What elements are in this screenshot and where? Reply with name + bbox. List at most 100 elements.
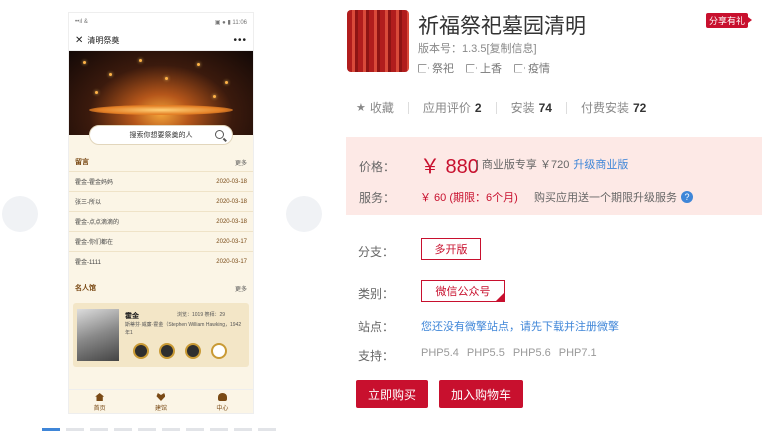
category-label: 类别： [358, 287, 395, 301]
gallery-indicator [42, 428, 276, 431]
message-date: 2020-03-18 [216, 198, 247, 205]
register-site-link[interactable]: 您还没有微擎站点，请先下载并注册微擎 [421, 318, 619, 334]
tag-icon [418, 63, 429, 73]
celeb-card: 霍金 浏览：1019 祭拜：29 斯蒂芬·威廉·霍金（Stephen Willi… [73, 303, 249, 367]
paid-install-label: 付费安装 [580, 101, 629, 115]
price-value: ￥ 880 [420, 156, 479, 178]
message-text: 霍金-点点滴滴的 [75, 220, 119, 226]
message-row: 霍金-点点滴滴的 2020-03-18 [69, 211, 253, 231]
screenshot-gallery: ••ıl & ▣ ● ▮ 11:06 ✕ 清明祭奠 ••• 搜索你想要祭奠的人 … [0, 0, 330, 434]
message-text: 张三-所以 [75, 200, 101, 206]
divider [565, 101, 567, 114]
celeb-stats: 浏览：1019 祭拜：29 [177, 312, 226, 318]
gallery-dot[interactable] [138, 428, 156, 431]
phone-title-bar: ✕ 清明祭奠 ••• [69, 31, 253, 51]
celebs-more-link: 更多 [234, 286, 247, 293]
medal-icon [211, 343, 227, 359]
tag-item[interactable]: 上香 [466, 60, 502, 76]
message-date: 2020-03-18 [216, 218, 247, 225]
status-signal: ••ıl & [75, 19, 88, 25]
celebs-title: 名人馆 [75, 285, 96, 292]
rating-count: 2 [474, 100, 482, 115]
star-icon[interactable]: ★ [356, 101, 366, 114]
status-time: ▣ ● ▮ 11:06 [214, 19, 247, 26]
phone-status-bar: ••ıl & ▣ ● ▮ 11:06 [69, 13, 253, 31]
service-label: 服务： [359, 191, 396, 205]
gallery-dot[interactable] [162, 428, 180, 431]
message-row: 霍金-霍金妈妈 2020-03-18 [69, 171, 253, 191]
celeb-name: 霍金 [125, 313, 139, 320]
message-date: 2020-03-18 [216, 178, 247, 185]
medal-icon [185, 343, 201, 359]
tag-icon [466, 63, 477, 73]
business-price-text: | 商业版专享 ￥720 [476, 159, 570, 171]
tag-label: 上香 [480, 63, 502, 75]
site-label: 站点： [358, 320, 395, 334]
category-option-button[interactable]: 微信公众号 [421, 280, 505, 302]
business-price: | 商业版专享 ￥720 升级商业版 [476, 156, 628, 172]
phone-tab-build: 建馆 [155, 390, 167, 413]
price-panel: 价格： ￥ 880 | 商业版专享 ￥720 升级商业版 服务： ￥ 60 (期限… [346, 137, 762, 215]
message-text: 霍金-你们都在 [75, 240, 113, 246]
upgrade-business-link[interactable]: 升级商业版 [573, 159, 628, 171]
php-version-list: PHP5.4 PHP5.5 PHP5.6 PHP7.1 [421, 347, 597, 359]
gallery-dot[interactable] [66, 428, 84, 431]
gallery-dot[interactable] [186, 428, 204, 431]
gallery-dot[interactable] [90, 428, 108, 431]
tag-item[interactable]: 祭祀 [418, 60, 454, 76]
paid-install-count: 72 [632, 100, 647, 115]
celeb-photo [77, 309, 119, 361]
php-version: PHP5.6 [512, 347, 551, 359]
medal-row [133, 343, 227, 359]
add-to-cart-button[interactable]: 加入购物车 [439, 380, 523, 408]
service-value: ￥ 60 (期限：6个月) [420, 192, 518, 204]
divider [407, 101, 409, 114]
app-title: 祈福祭祀墓园清明 [418, 15, 586, 38]
app-stats-row: ★ 收藏 应用评价 2 安装 74 付费安装 72 [356, 99, 646, 116]
tag-item[interactable]: 疫情 [514, 60, 550, 76]
phone-tab-center: 中心 [216, 390, 228, 413]
version-info[interactable]: 版本号：1.3.5[复制信息] [418, 40, 537, 56]
message-row: 张三-所以 2020-03-18 [69, 191, 253, 211]
phone-tab-home: 首页 [94, 390, 106, 413]
celeb-bio: 斯蒂芬·威廉·霍金（Stephen William Hawking，1942年1 [125, 322, 242, 336]
gallery-next-button[interactable] [286, 196, 322, 232]
message-text: 霍金-霍金妈妈 [75, 180, 113, 186]
help-icon[interactable]: ? [681, 191, 693, 203]
branch-label: 分支： [358, 245, 395, 259]
php-version: PHP5.4 [421, 347, 459, 359]
gallery-dot[interactable] [234, 428, 252, 431]
gallery-dot[interactable] [114, 428, 132, 431]
phone-tab-label: 建馆 [154, 406, 167, 412]
favorite-label[interactable]: 收藏 [370, 99, 394, 116]
gallery-dot[interactable] [42, 428, 60, 431]
search-icon [215, 130, 224, 139]
message-date: 2020-03-17 [216, 238, 247, 245]
close-icon: ✕ [75, 35, 84, 46]
phone-search-input: 搜索你想要祭奠的人 [89, 125, 233, 145]
gallery-dot[interactable] [258, 428, 276, 431]
tag-label: 祭祀 [432, 63, 454, 75]
price-label: 价格： [359, 160, 396, 174]
divider [495, 101, 497, 114]
app-icon [347, 10, 409, 72]
php-version: PHP7.1 [558, 347, 597, 359]
phone-tab-label: 中心 [216, 406, 229, 412]
gallery-prev-button[interactable] [2, 196, 38, 232]
branch-option-button[interactable]: 多开版 [421, 238, 481, 260]
message-row: 霍金-1111 2020-03-17 [69, 251, 253, 271]
gallery-dot[interactable] [210, 428, 228, 431]
phone-title: 清明祭奠 [87, 36, 120, 45]
share-badge[interactable]: 分享有礼 [706, 13, 753, 28]
php-version: PHP5.5 [466, 347, 505, 359]
buy-now-button[interactable]: 立即购买 [356, 380, 428, 408]
home-icon [95, 393, 105, 401]
tag-label: 疫情 [528, 63, 550, 75]
phone-tab-bar: 首页 建馆 中心 [69, 389, 253, 413]
phone-tab-label: 首页 [93, 406, 106, 412]
tag-list: 祭祀 上香 疫情 [418, 60, 550, 76]
user-icon [217, 393, 227, 401]
messages-header: 留言 更多 [69, 145, 253, 171]
rating-label[interactable]: 应用评价 [423, 99, 471, 116]
install-count: 74 [538, 100, 552, 115]
